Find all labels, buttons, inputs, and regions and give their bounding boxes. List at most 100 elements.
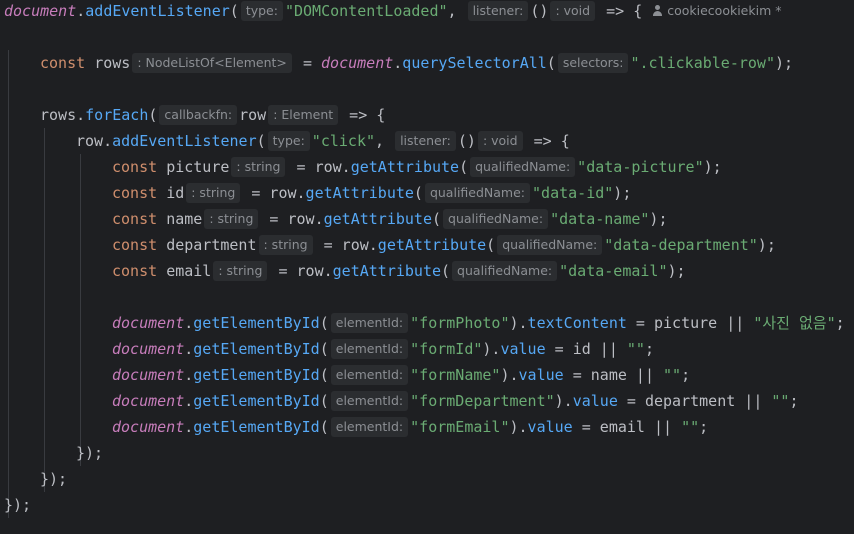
code-token: document: [112, 392, 185, 410]
code-token: "formPhoto": [410, 314, 510, 332]
inlay-hint: qualifiedName:: [424, 183, 531, 203]
code-token: "": [626, 340, 645, 358]
code-token: (: [486, 236, 496, 254]
code-line[interactable]: const email: string = row.getAttribute(q…: [112, 258, 686, 284]
inlay-hint: listener:: [395, 131, 456, 151]
code-token: ;: [644, 340, 654, 358]
code-line[interactable]: });: [76, 440, 103, 466]
code-token: .: [184, 314, 194, 332]
code-token: "": [663, 366, 682, 384]
code-token: ).: [500, 366, 519, 384]
code-line[interactable]: const rows: NodeListOf<Element> = docume…: [40, 50, 793, 76]
code-line[interactable]: const name: string = row.getAttribute(qu…: [112, 206, 667, 232]
code-token: = row.: [269, 262, 333, 280]
code-token: (: [319, 366, 329, 384]
code-token: "formEmail": [410, 418, 510, 436]
code-token: );: [757, 236, 776, 254]
inlay-hint: : string: [258, 235, 313, 255]
code-token: "formDepartment": [410, 392, 555, 410]
code-token: const: [112, 210, 167, 228]
code-token: email: [166, 262, 212, 280]
code-token: textContent: [527, 314, 627, 332]
code-token: = row.: [260, 210, 324, 228]
inlay-hint: : string: [213, 261, 268, 281]
code-token: ".clickable-row": [630, 54, 775, 72]
code-token: "formId": [410, 340, 483, 358]
code-token: = email ||: [572, 418, 682, 436]
code-line[interactable]: document.getElementById(elementId: "formP…: [112, 310, 845, 336]
code-token: .: [76, 2, 86, 20]
indent-guide: [8, 50, 9, 518]
code-token: ).: [554, 392, 573, 410]
inlay-hint: : string: [186, 183, 241, 203]
code-token: .: [184, 418, 194, 436]
code-token: .: [184, 340, 194, 358]
code-token: value: [518, 366, 564, 384]
code-token: document: [112, 418, 185, 436]
code-line[interactable]: const picture: string = row.getAttribute…: [112, 154, 722, 180]
code-token: );: [774, 54, 794, 72]
code-token: );: [667, 262, 686, 280]
code-token: row: [239, 106, 267, 124]
code-token: name: [166, 210, 203, 228]
code-token: "": [771, 392, 790, 410]
code-token: "data-department": [604, 236, 758, 254]
inlay-hint: selectors:: [557, 53, 629, 73]
code-token: document: [112, 366, 185, 384]
code-token: "": [681, 418, 700, 436]
code-editor[interactable]: document.addEventListener(type: "DOMConte…: [0, 0, 854, 534]
code-line[interactable]: document.getElementById(elementId: "formE…: [112, 414, 708, 440]
code-line[interactable]: document.getElementById(elementId: "formI…: [112, 336, 654, 362]
code-line[interactable]: const id: string = row.getAttribute(qual…: [112, 180, 631, 206]
code-token: );: [649, 210, 668, 228]
code-line[interactable]: row.addEventListener(type: "click", liste…: [76, 128, 570, 154]
code-line[interactable]: rows.forEach(callbackfn: row: Element => …: [40, 102, 385, 128]
code-token: (: [431, 210, 442, 228]
inlay-hint: type:: [267, 131, 310, 151]
code-token: rows: [94, 54, 131, 72]
code-token: const: [40, 54, 95, 72]
code-token: ).: [509, 314, 528, 332]
code-token: (: [319, 340, 329, 358]
code-token: forEach: [85, 106, 149, 124]
code-token: "DOMContentLoaded": [284, 2, 448, 20]
code-token: getElementById: [193, 418, 320, 436]
code-line[interactable]: });: [4, 492, 31, 518]
author-name: cookiecookiekim *: [667, 3, 782, 18]
code-token: .: [103, 132, 113, 150]
code-token: });: [40, 470, 68, 488]
code-token: = department ||: [617, 392, 772, 410]
code-line[interactable]: const department: string = row.getAttrib…: [112, 232, 776, 258]
code-token: "data-id": [532, 184, 614, 202]
code-token: );: [703, 158, 722, 176]
code-token: "click": [311, 132, 376, 150]
code-token: (): [457, 132, 476, 150]
code-token: (: [229, 2, 239, 20]
code-line[interactable]: document.getElementById(elementId: "formN…: [112, 362, 690, 388]
code-token: addEventListener: [112, 132, 257, 150]
code-token: getAttribute: [323, 210, 432, 228]
code-token: value: [572, 392, 618, 410]
code-line[interactable]: document.addEventListener(type: "DOMConte…: [4, 0, 782, 24]
code-token: = picture ||: [626, 314, 754, 332]
code-token: ).: [509, 418, 528, 436]
code-token: ,: [447, 2, 466, 20]
code-token: document: [112, 340, 185, 358]
code-line[interactable]: });: [40, 466, 67, 492]
code-token: getAttribute: [377, 236, 487, 254]
inlay-hint: qualifiedName:: [497, 235, 603, 255]
code-token: getElementById: [193, 366, 320, 384]
code-token: ;: [699, 418, 709, 436]
code-token: });: [4, 496, 32, 514]
code-token: getElementById: [193, 392, 320, 410]
inlay-hint: qualifiedName:: [443, 209, 549, 229]
inlay-hint: : string: [231, 157, 286, 177]
inlay-hint: : string: [204, 209, 259, 229]
code-token: = name ||: [563, 366, 664, 384]
code-token: => {: [340, 106, 386, 124]
code-line[interactable]: document.getElementById(elementId: "formD…: [112, 388, 798, 414]
code-token: const: [112, 236, 167, 254]
code-token: });: [76, 444, 104, 462]
inlay-hint: elementId:: [330, 391, 409, 411]
code-token: department: [166, 236, 257, 254]
